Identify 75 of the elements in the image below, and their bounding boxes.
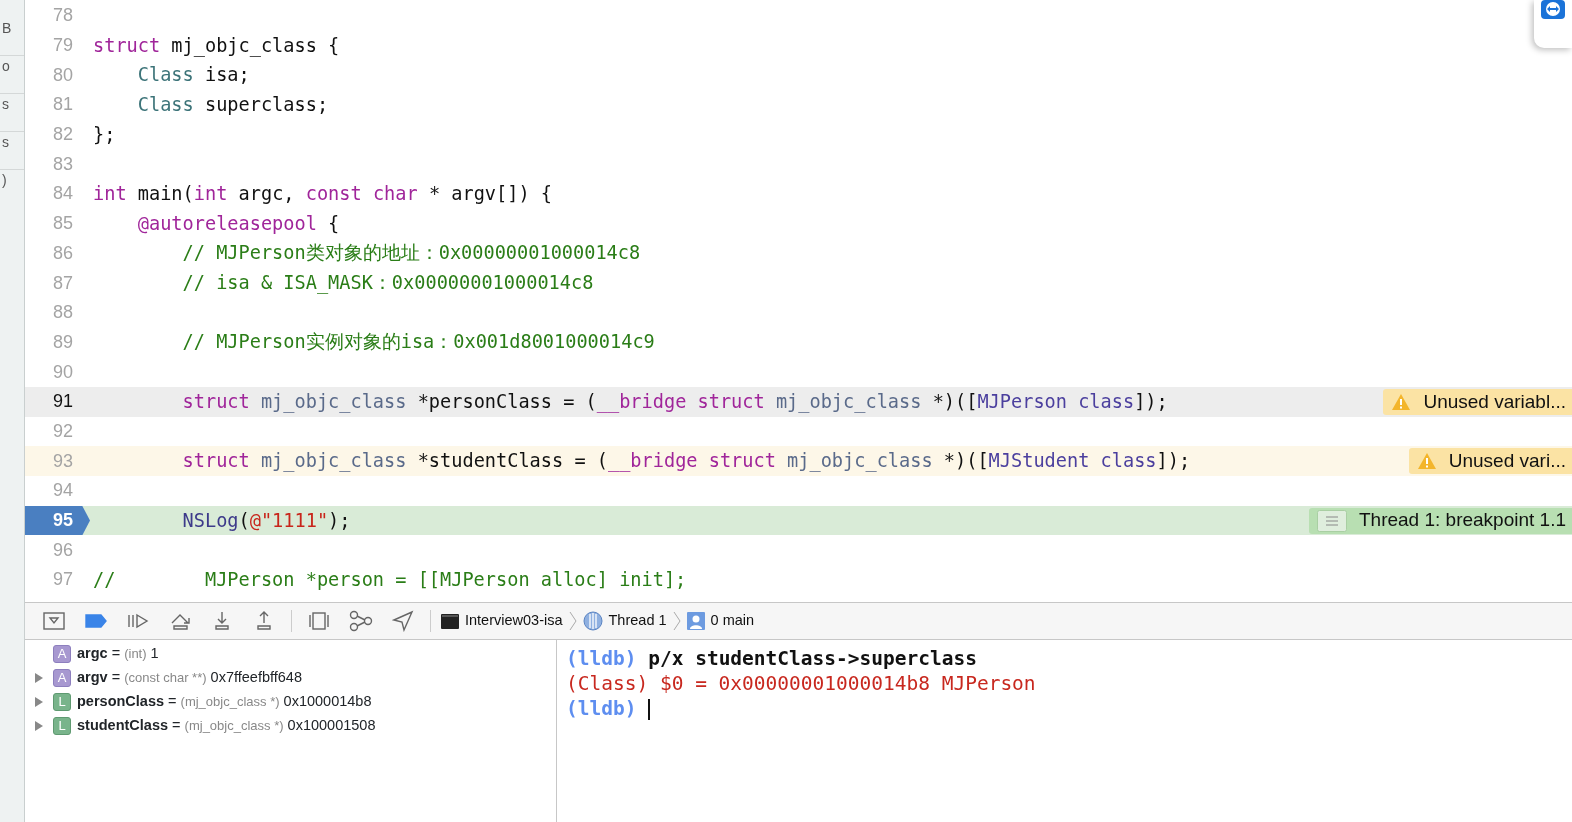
code-line: struct mj_objc_class *studentClass = (__bridge struct mj_objc_class *)([MJStudent class]); bbox=[181, 450, 1191, 472]
sidebar-item[interactable]: ) bbox=[2, 172, 7, 188]
breadcrumb-item[interactable]: Thread 1 bbox=[580, 610, 669, 632]
sidebar-item[interactable]: B bbox=[2, 20, 12, 36]
variable-kind-badge: A bbox=[53, 645, 71, 663]
warning-annotation[interactable]: Unused vari... bbox=[1408, 448, 1572, 475]
thread-icon bbox=[582, 611, 603, 631]
variable-entry[interactable]: studentClass = (mj_objc_class *) 0x100001508 bbox=[77, 715, 376, 737]
line-number: 94 bbox=[51, 479, 74, 503]
code-line: }; bbox=[93, 123, 116, 145]
breadcrumb-item[interactable]: Interview03-isa bbox=[439, 610, 565, 632]
panel-toggle-icon bbox=[43, 612, 65, 630]
line-number: 80 bbox=[51, 63, 74, 87]
warning-icon bbox=[1391, 392, 1412, 411]
line-number: 84 bbox=[51, 182, 74, 206]
line-number: 88 bbox=[51, 301, 74, 325]
line-number: 83 bbox=[51, 152, 74, 176]
disclosure-triangle-icon[interactable] bbox=[34, 720, 44, 732]
disclosure-triangle-icon[interactable] bbox=[34, 672, 44, 684]
step-out-icon bbox=[254, 611, 274, 631]
line-number: 89 bbox=[51, 330, 74, 354]
breadcrumb-item[interactable]: 0 main bbox=[684, 610, 757, 632]
line-number: 86 bbox=[51, 241, 74, 265]
sidebar-item[interactable]: o bbox=[2, 58, 10, 74]
disclosure-triangle-icon[interactable] bbox=[34, 696, 44, 708]
console-line: (lldb) p/x studentClass->superclass bbox=[566, 647, 977, 670]
code-line: NSLog(@"1111"); bbox=[181, 509, 351, 531]
line-number: 93 bbox=[51, 449, 74, 473]
sidebar-item[interactable]: s bbox=[2, 96, 9, 112]
variable-kind-badge: L bbox=[53, 717, 71, 735]
breakpoint-marker[interactable]: 95 bbox=[25, 505, 90, 536]
code-line: struct mj_objc_class *personClass = (__bridge struct mj_objc_class *)([MJPerson class]); bbox=[181, 390, 1168, 412]
console-line: (Class) $0 = 0x00000001000014b8 MJPerson bbox=[566, 672, 1036, 695]
variable-kind-badge: L bbox=[53, 693, 71, 711]
line-number: 85 bbox=[51, 212, 74, 236]
warning-icon bbox=[1416, 452, 1437, 471]
chevron-icon bbox=[568, 611, 577, 631]
nodes-graph-icon bbox=[349, 610, 373, 632]
step-into-icon bbox=[212, 611, 232, 631]
variable-entry[interactable]: argv = (const char **) 0x7ffeefbff648 bbox=[77, 667, 302, 689]
list-lines-icon bbox=[1316, 509, 1347, 532]
terminal-icon bbox=[441, 613, 459, 629]
console-line: (lldb) bbox=[566, 697, 637, 720]
chevron-icon bbox=[672, 611, 681, 631]
layers-icon bbox=[308, 611, 330, 631]
line-number: 79 bbox=[51, 34, 74, 58]
line-number: 87 bbox=[51, 271, 74, 295]
code-line: @autoreleasepool { bbox=[136, 212, 340, 234]
breakpoint-annotation[interactable]: Thread 1: breakpoint 1.1 bbox=[1308, 507, 1572, 534]
line-number: 91 bbox=[51, 390, 74, 414]
code-line: struct mj_objc_class { bbox=[93, 34, 340, 56]
line-number: 78 bbox=[51, 4, 74, 28]
variable-kind-badge: A bbox=[53, 669, 71, 687]
code-line: // MJPerson实例对象的isa：0x001d8001000014c9 bbox=[181, 331, 655, 353]
line-number: 82 bbox=[51, 123, 74, 147]
line-number: 96 bbox=[51, 538, 74, 562]
person-icon bbox=[686, 612, 705, 630]
code-line: Class isa; bbox=[136, 64, 250, 86]
breakpoint-tag-icon bbox=[85, 614, 107, 628]
variable-entry[interactable]: argc = (int) 1 bbox=[77, 643, 159, 665]
line-number: 97 bbox=[51, 568, 74, 592]
remote-control-app-icon[interactable] bbox=[1540, 0, 1566, 20]
line-number: 92 bbox=[51, 419, 74, 443]
code-line: // MJPerson *person = [[MJPerson alloc] init]; bbox=[93, 568, 687, 590]
line-number: 90 bbox=[51, 360, 74, 384]
code-line: int main(int argc, const char * argv[]) { bbox=[93, 183, 553, 204]
code-line: // MJPerson类对象的地址：0x00000001000014c8 bbox=[181, 242, 641, 264]
warning-annotation[interactable]: Unused variabl... bbox=[1383, 388, 1572, 415]
sidebar-item[interactable]: s bbox=[2, 134, 9, 150]
code-line: Class superclass; bbox=[136, 93, 329, 115]
continue-icon bbox=[127, 612, 149, 630]
location-arrow-icon bbox=[392, 610, 414, 632]
line-number: 81 bbox=[51, 93, 74, 117]
code-line: // isa & ISA_MASK：0x00000001000014c8 bbox=[181, 272, 594, 294]
variable-entry[interactable]: personClass = (mj_objc_class *) 0x1000014b8 bbox=[77, 691, 372, 713]
